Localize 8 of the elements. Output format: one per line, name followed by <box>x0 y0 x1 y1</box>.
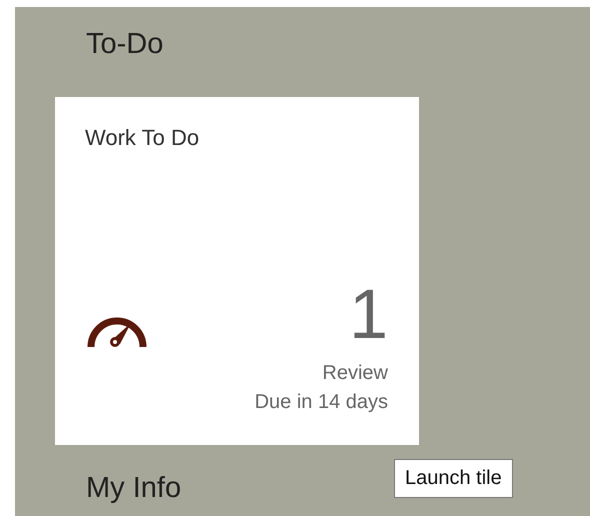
due-text: Due in 14 days <box>254 390 388 415</box>
tooltip: Launch tile <box>394 459 513 498</box>
section-title: My Info <box>86 471 182 506</box>
tile-title: Work To Do <box>85 125 200 151</box>
tile[interactable]: Work To Do 1 Review Due in 14 days <box>55 97 419 445</box>
tile-count: 1 <box>348 279 388 349</box>
section-title: To-Do <box>86 27 164 62</box>
tile-label: Review <box>321 361 388 386</box>
